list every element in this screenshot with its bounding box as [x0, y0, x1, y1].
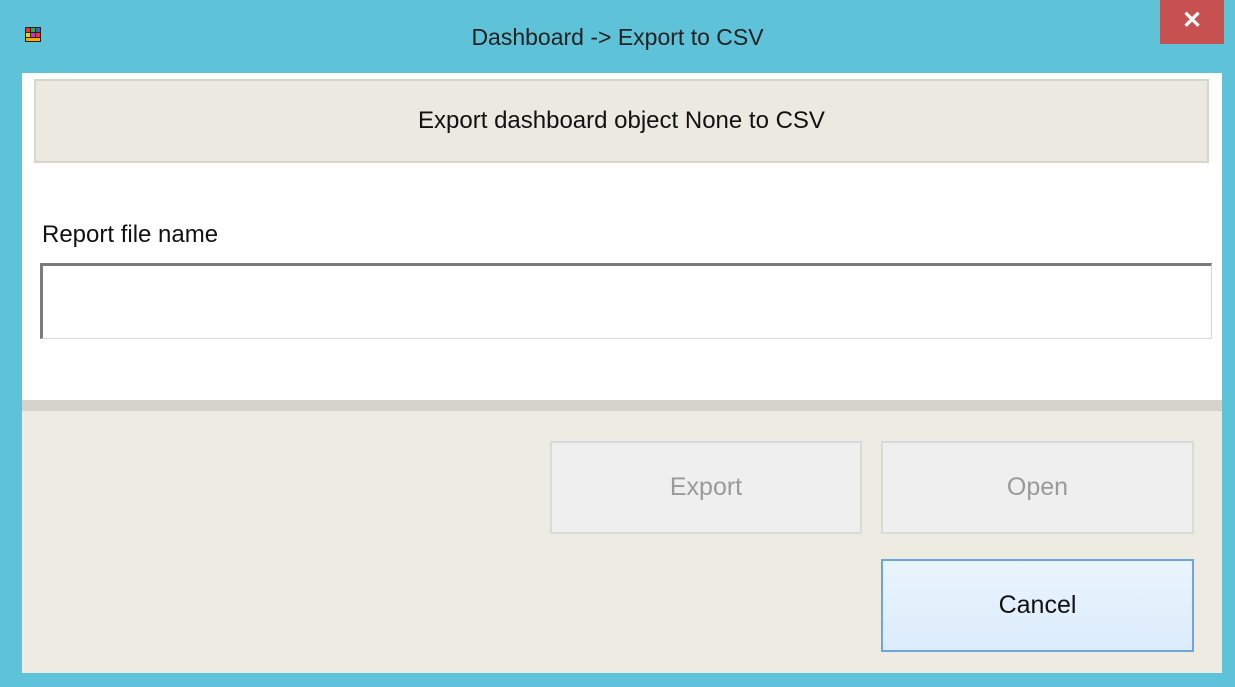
window-title: Dashboard -> Export to CSV — [471, 24, 764, 50]
close-icon: ✕ — [1181, 7, 1203, 34]
report-file-name-label: Report file name — [42, 221, 219, 248]
header-panel: Export dashboard object None to CSV — [34, 79, 1209, 163]
open-button[interactable]: Open — [881, 441, 1194, 534]
header-text: Export dashboard object None to CSV — [418, 107, 825, 134]
button-footer: Export Open Cancel — [22, 411, 1222, 673]
separator — [22, 400, 1222, 411]
title-bar[interactable]: Dashboard -> Export to CSV ✕ — [0, 0, 1235, 73]
dialog-body: Export dashboard object None to CSV Repo… — [22, 73, 1222, 673]
export-button[interactable]: Export — [550, 441, 862, 534]
dialog-window: Dashboard -> Export to CSV ✕ Export dash… — [0, 0, 1235, 687]
close-button[interactable]: ✕ — [1160, 0, 1224, 44]
report-file-name-input[interactable] — [40, 263, 1212, 339]
cancel-button[interactable]: Cancel — [881, 559, 1194, 652]
